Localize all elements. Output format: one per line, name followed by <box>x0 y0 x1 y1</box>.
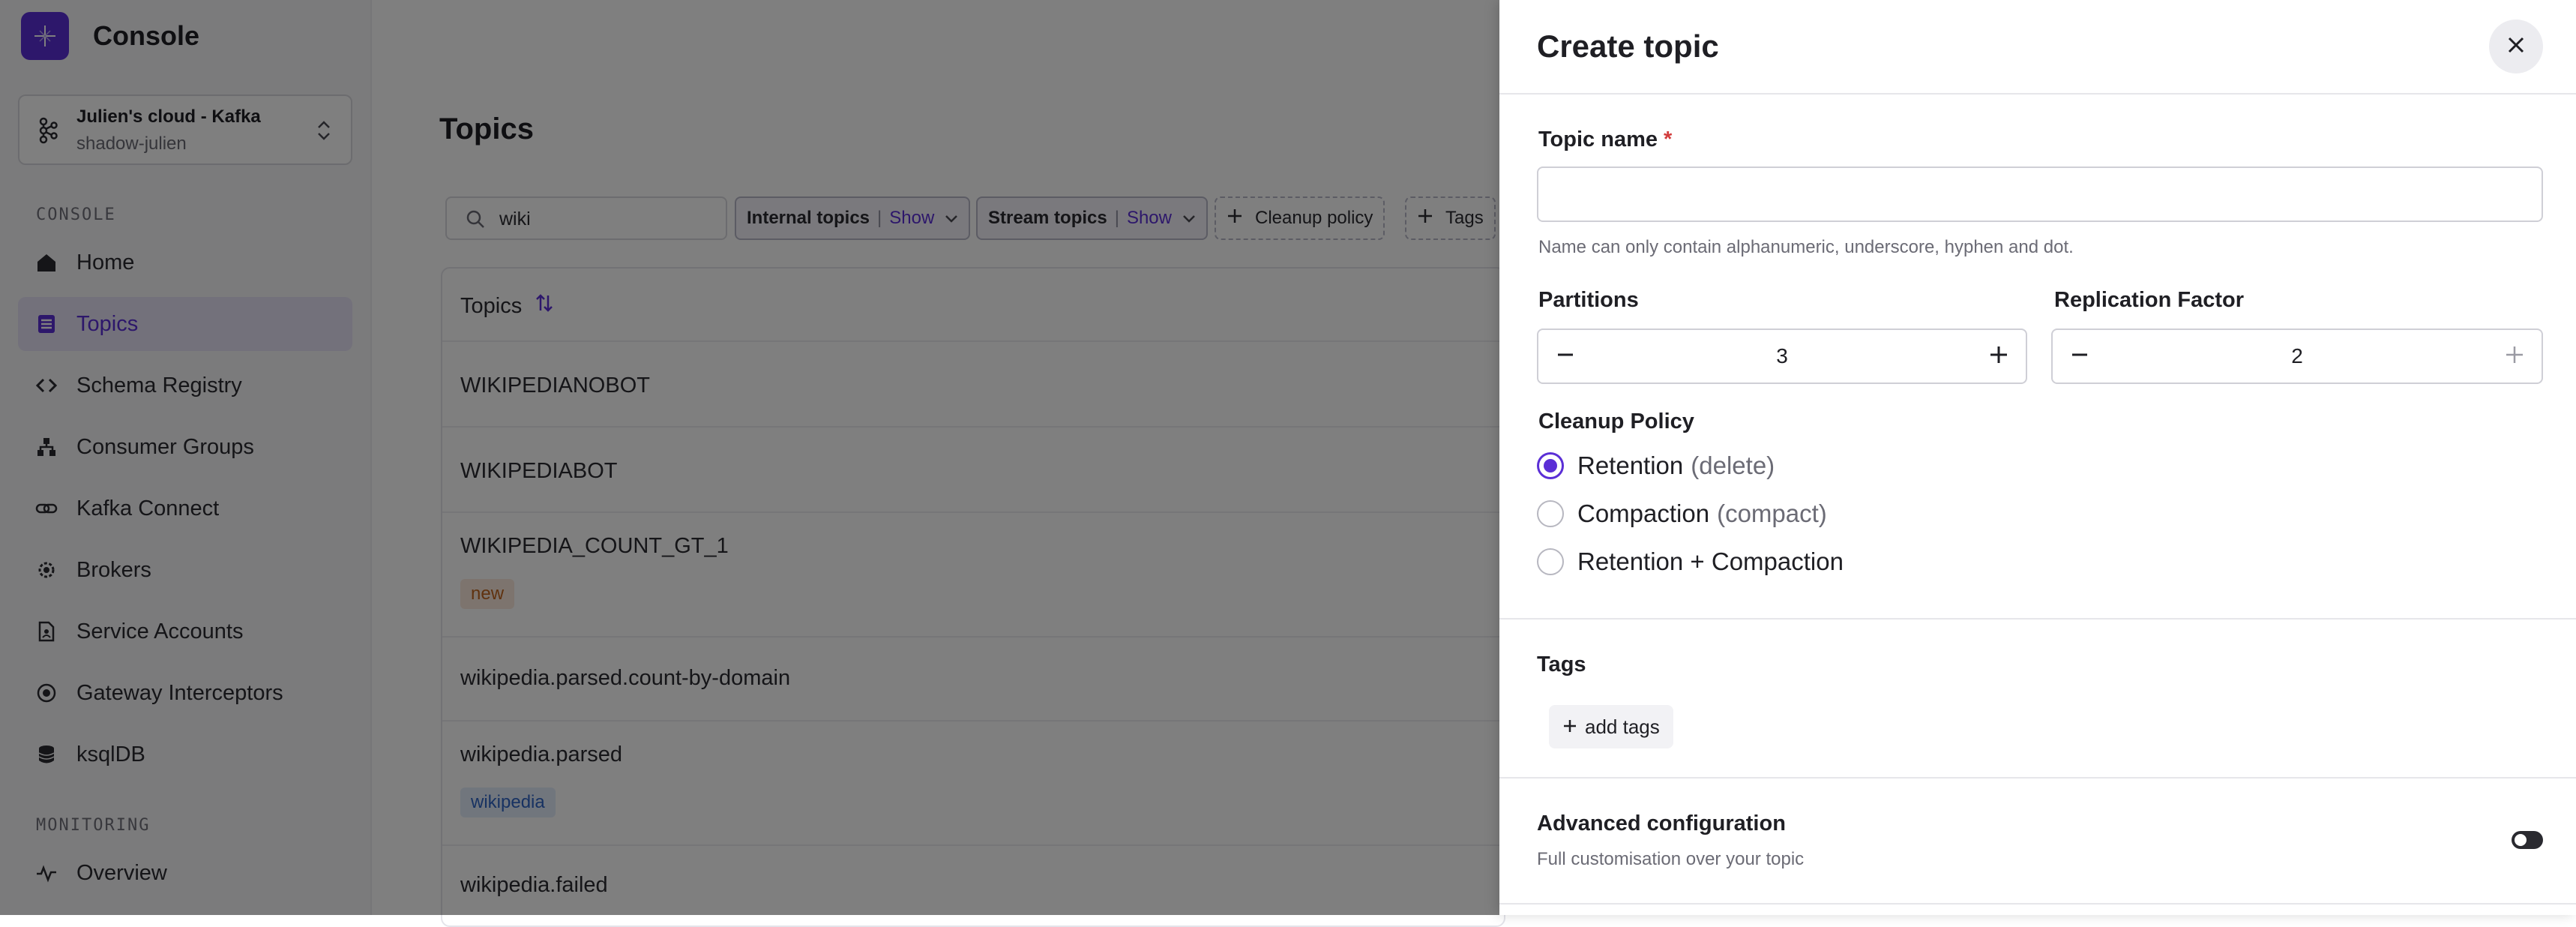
radio-button[interactable] <box>1537 548 1564 575</box>
radio-hint: (delete) <box>1691 452 1775 479</box>
plus-icon <box>1562 716 1577 739</box>
topic-name-hint: Name can only contain alphanumeric, unde… <box>1538 237 2074 257</box>
advanced-config-toggle[interactable] <box>2512 831 2543 849</box>
close-button[interactable] <box>2489 20 2543 74</box>
radio-label: Compaction <box>1577 500 1710 527</box>
replication-factor-stepper[interactable]: 2 <box>2051 328 2543 384</box>
partitions-increment-button[interactable] <box>1972 330 2026 382</box>
toggle-knob <box>2515 834 2527 846</box>
drawer-title: Create topic <box>1537 28 1719 64</box>
radio-retention-compaction[interactable]: Retention + Compaction <box>1537 548 1844 576</box>
radio-retention[interactable]: Retention (delete) <box>1537 452 1775 480</box>
radio-button-checked[interactable] <box>1537 452 1564 479</box>
close-icon <box>2506 34 2527 59</box>
topic-name-label-text: Topic name <box>1538 128 1658 152</box>
section-divider <box>1499 777 2576 778</box>
header-divider <box>1499 93 2576 94</box>
radio-hint: (compact) <box>1717 500 1827 527</box>
replication-increment-button[interactable] <box>2488 330 2542 382</box>
partitions-label: Partitions <box>1538 288 1639 312</box>
radio-dot <box>1544 459 1557 472</box>
radio-label: Retention + Compaction <box>1577 548 1844 575</box>
section-divider <box>1499 618 2576 620</box>
partitions-value[interactable]: 3 <box>1592 330 1972 382</box>
radio-label: Retention <box>1577 452 1684 479</box>
advanced-config-title: Advanced configuration <box>1537 812 1786 836</box>
cleanup-policy-label: Cleanup Policy <box>1538 410 1694 434</box>
replication-decrement-button[interactable] <box>2053 330 2107 382</box>
plus-icon <box>1989 345 2008 368</box>
create-topic-drawer: Create topic Topic name * Name can only c… <box>1499 0 2576 915</box>
partitions-stepper[interactable]: 3 <box>1537 328 2027 384</box>
minus-icon <box>1556 345 1575 368</box>
radio-button[interactable] <box>1537 500 1564 527</box>
add-tags-button[interactable]: add tags <box>1549 705 1673 748</box>
minus-icon <box>2070 345 2089 368</box>
topic-name-label: Topic name * <box>1538 128 1672 152</box>
required-mark: * <box>1664 128 1673 152</box>
replication-factor-value[interactable]: 2 <box>2107 330 2488 382</box>
modal-backdrop[interactable] <box>0 0 1499 915</box>
topic-name-input[interactable] <box>1537 166 2543 222</box>
plus-icon <box>2505 345 2524 368</box>
replication-factor-label: Replication Factor <box>2054 288 2244 312</box>
partitions-decrement-button[interactable] <box>1538 330 1592 382</box>
section-divider <box>1499 903 2576 904</box>
add-tags-label: add tags <box>1585 715 1660 738</box>
radio-compaction[interactable]: Compaction (compact) <box>1537 500 1827 528</box>
advanced-config-subtitle: Full customisation over your topic <box>1537 849 1805 869</box>
tags-label: Tags <box>1537 652 1586 676</box>
